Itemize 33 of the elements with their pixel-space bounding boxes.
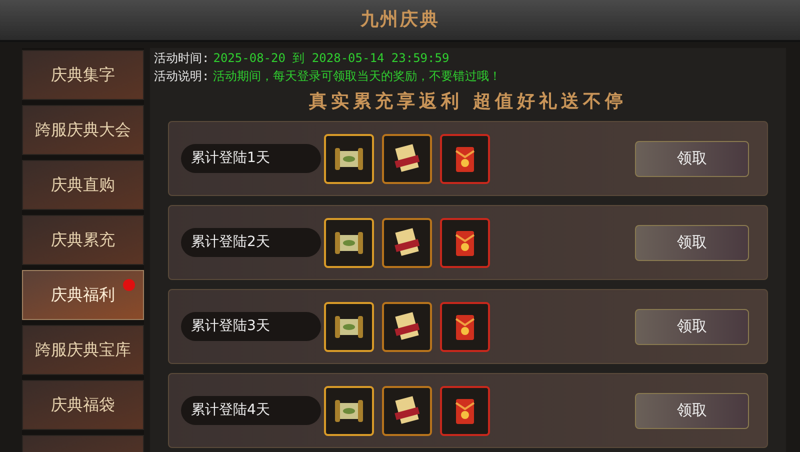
sidebar-tab[interactable]: 庆典福袋 (22, 380, 144, 430)
info-label: 活动说明: (154, 68, 210, 85)
item-slot[interactable] (324, 218, 374, 268)
reward-label: 累计登陆2天 (181, 228, 321, 257)
item-slot[interactable] (324, 386, 374, 436)
banner-text: 真实累充享返利 超值好礼送不停 (308, 90, 628, 114)
info-value: 活动期间，每天登录可领取当天的奖励，不要错过哦！ (213, 68, 502, 85)
claim-button[interactable]: 领取 (635, 308, 749, 344)
info-label: 活动时间: (154, 50, 210, 67)
item-slot[interactable] (440, 386, 490, 436)
sidebar-tab[interactable]: 庆典福利 (22, 270, 144, 320)
claim-button[interactable]: 领取 (635, 224, 749, 260)
claim-button[interactable]: 领取 (635, 392, 749, 428)
item-slot[interactable] (324, 134, 374, 184)
sidebar-tab[interactable]: 庆典集字 (22, 50, 144, 100)
item-slot[interactable] (382, 302, 432, 352)
reward-label: 累计登陆4天 (181, 396, 321, 425)
reward-label: 累计登陆3天 (181, 312, 321, 341)
item-slot[interactable] (324, 302, 374, 352)
window-title: 九州庆典 (360, 8, 440, 32)
sidebar-tab[interactable]: 庆典累充 (22, 215, 144, 265)
info-value: 2025-08-20 到 2028-05-14 23:59:59 (213, 50, 450, 67)
item-slot[interactable] (440, 302, 490, 352)
sidebar-tab[interactable]: 跨服庆典宝库 (22, 325, 144, 375)
sidebar-tab[interactable]: 跨服庆典大会 (22, 105, 144, 155)
item-slot[interactable] (382, 218, 432, 268)
sidebar-tab[interactable]: 庆典直购 (22, 160, 144, 210)
item-slot[interactable] (382, 386, 432, 436)
item-slot[interactable] (440, 218, 490, 268)
item-slot[interactable] (382, 134, 432, 184)
claim-button[interactable]: 领取 (635, 140, 749, 176)
item-slot[interactable] (440, 134, 490, 184)
reward-label: 累计登陆1天 (181, 144, 321, 173)
